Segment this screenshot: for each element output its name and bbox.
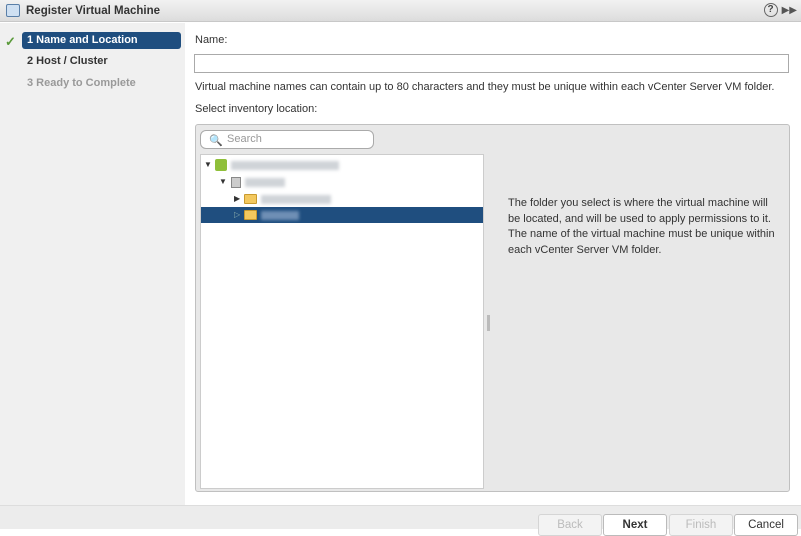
tree-node-folder[interactable]: ▶ <box>201 191 483 207</box>
inventory-label: Select inventory location: <box>195 103 318 115</box>
search-input[interactable]: 🔍 Search <box>200 130 374 149</box>
redacted-label <box>231 161 339 170</box>
wizard-footer: Back Next Finish Cancel <box>0 505 801 536</box>
help-icon[interactable]: ? <box>763 3 778 17</box>
info-text: The folder you select is where the virtu… <box>493 154 787 489</box>
vcenter-icon <box>215 159 227 171</box>
name-hint: Virtual machine names can contain up to … <box>195 81 775 93</box>
redacted-label <box>261 211 299 220</box>
folder-icon <box>244 194 257 204</box>
step-host-cluster[interactable]: 2 Host / Cluster <box>22 53 181 70</box>
tree-node-datacenter[interactable]: ▼ <box>201 174 483 190</box>
collapsed-arrow-icon[interactable]: ▷ <box>234 210 240 219</box>
tree-node-folder-selected[interactable]: ▷ <box>201 207 483 223</box>
redacted-label <box>261 195 331 204</box>
cancel-button[interactable]: Cancel <box>734 514 798 536</box>
redacted-label <box>245 178 285 187</box>
splitter-handle[interactable] <box>487 315 490 331</box>
expanded-arrow-icon[interactable]: ▼ <box>219 177 227 186</box>
search-placeholder: Search <box>227 133 262 145</box>
main-panel: Name: Virtual machine names can contain … <box>185 23 801 505</box>
check-icon: ✓ <box>5 34 16 49</box>
wizard-steps: ✓ 1 Name and Location 2 Host / Cluster 3… <box>0 23 185 505</box>
inventory-panel: 🔍 Search ▼ ▼ ▶ ▷ The folder you select is… <box>195 124 790 492</box>
step-ready-complete: 3 Ready to Complete <box>27 77 136 89</box>
step-name-location[interactable]: 1 Name and Location <box>22 32 181 49</box>
next-button[interactable]: Next <box>603 514 667 536</box>
folder-icon <box>244 210 257 220</box>
tree-node-vcenter[interactable]: ▼ <box>201 157 483 173</box>
expanded-arrow-icon[interactable]: ▼ <box>204 160 212 169</box>
name-input[interactable] <box>194 54 789 73</box>
title-bar: Register Virtual Machine ? ▶▶ <box>0 0 801 22</box>
datacenter-icon <box>231 177 241 188</box>
finish-button[interactable]: Finish <box>669 514 733 536</box>
window-title: Register Virtual Machine <box>26 4 160 17</box>
back-button[interactable]: Back <box>538 514 602 536</box>
collapsed-arrow-icon[interactable]: ▶ <box>234 194 240 203</box>
search-icon: 🔍 <box>209 135 223 147</box>
vm-register-icon <box>6 4 20 17</box>
inventory-tree[interactable]: ▼ ▼ ▶ ▷ <box>200 154 484 489</box>
name-label: Name: <box>195 34 228 46</box>
expand-icon[interactable]: ▶▶ <box>782 5 797 16</box>
